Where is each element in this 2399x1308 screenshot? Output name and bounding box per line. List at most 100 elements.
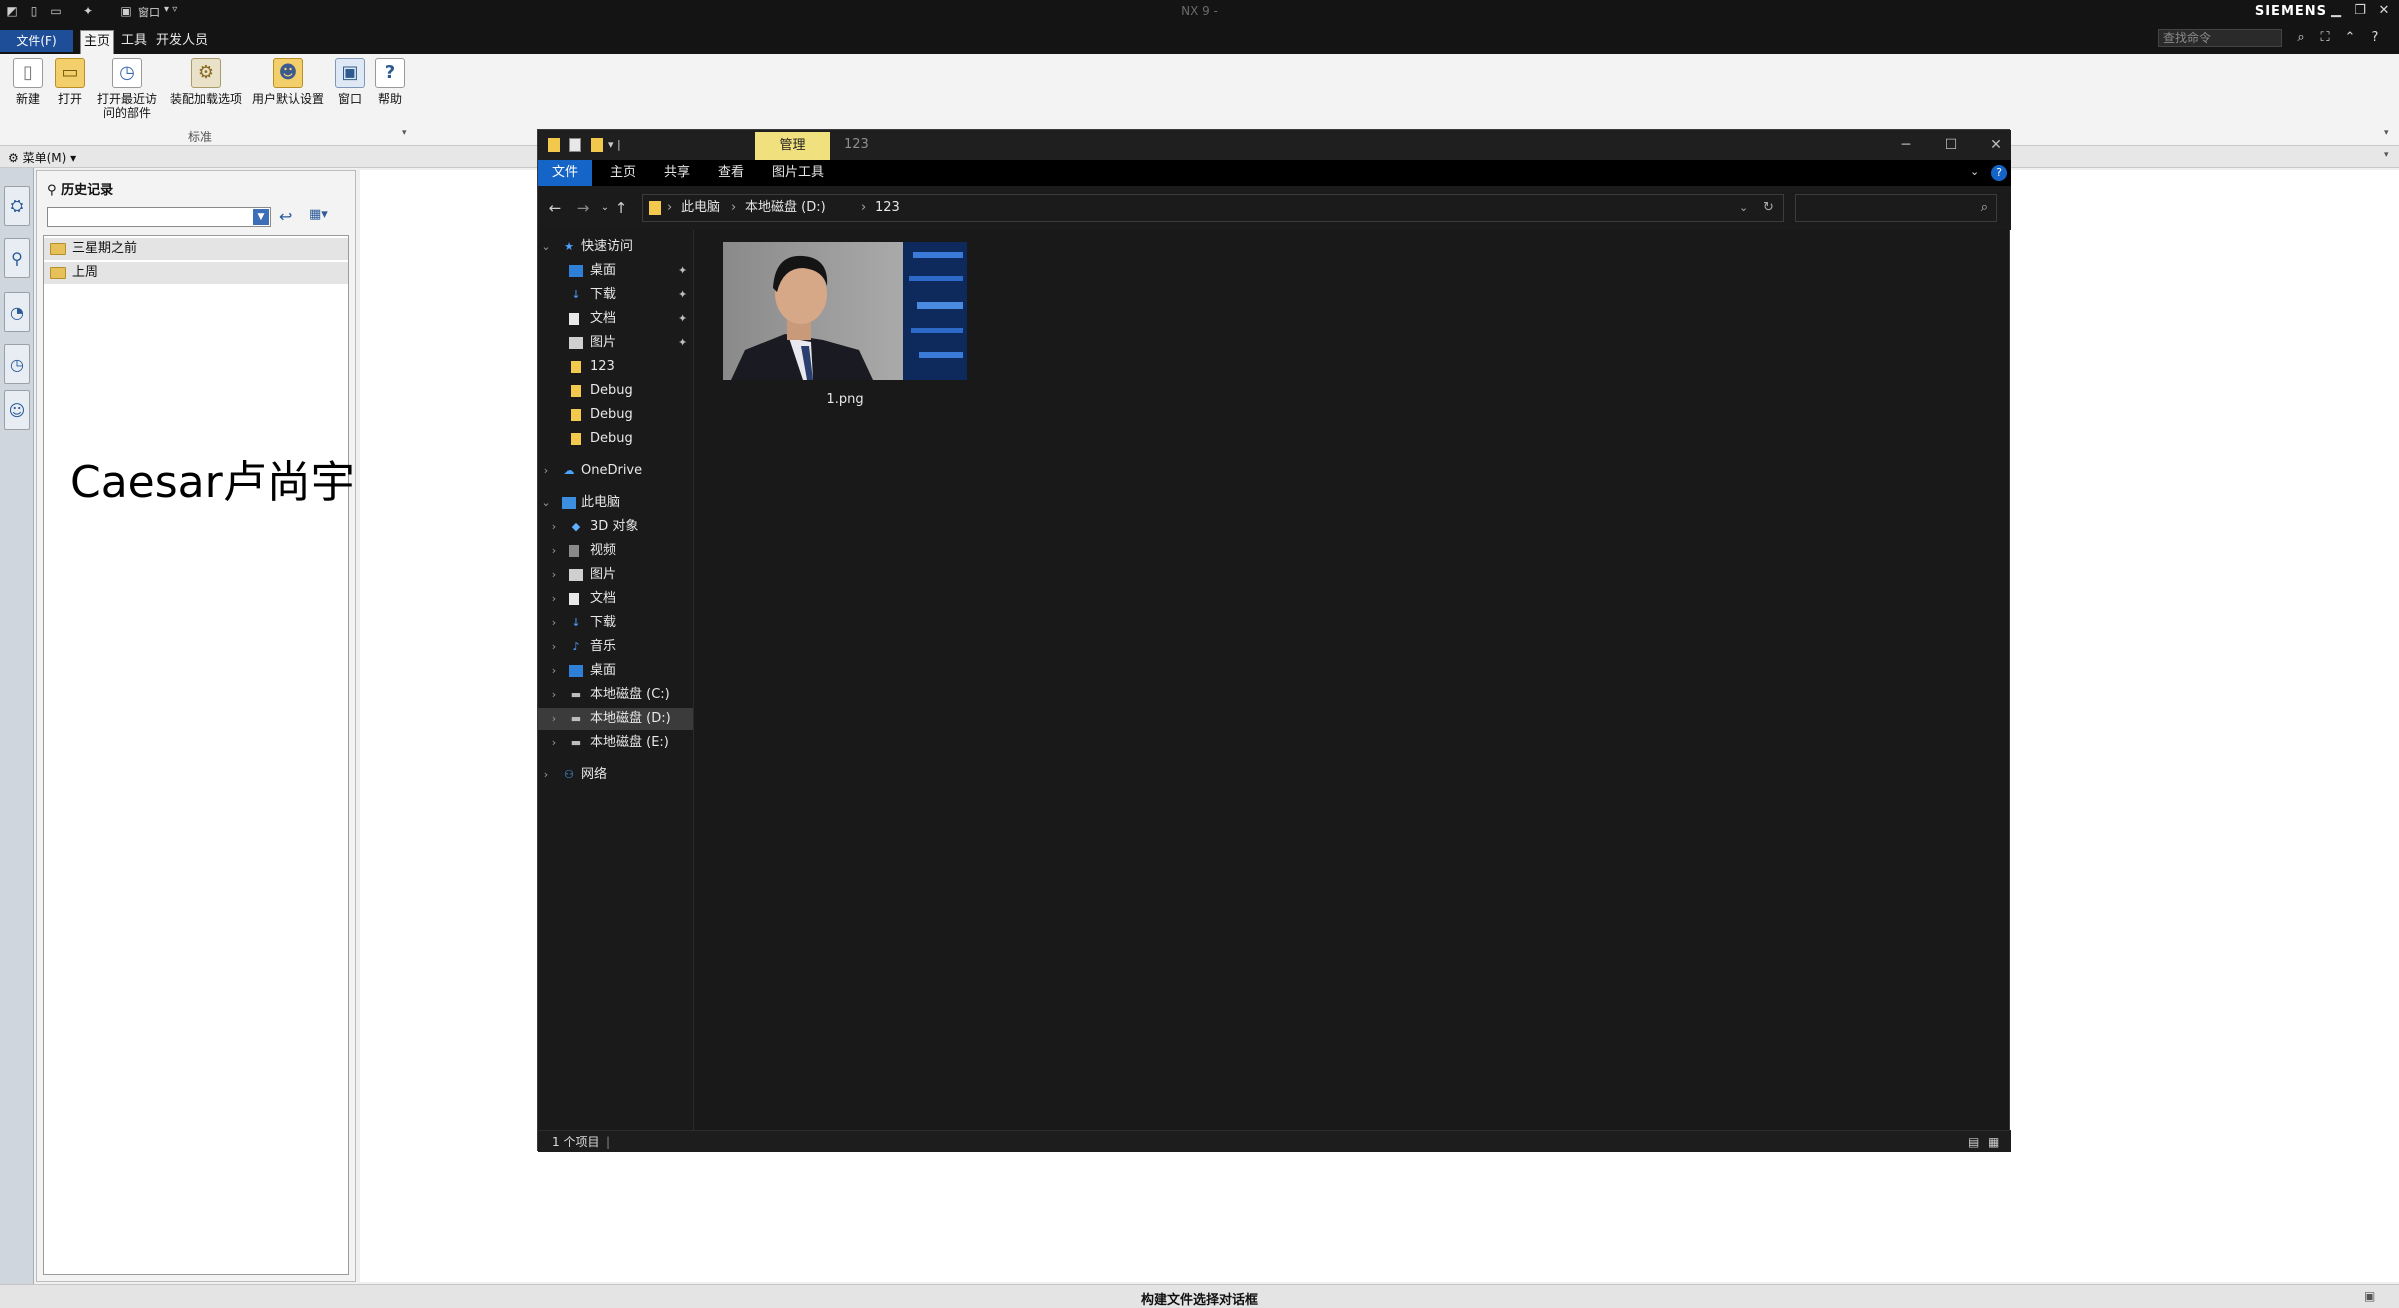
open-recent-button[interactable]: ◷ 打开最近访问的部件: [92, 58, 162, 130]
user-defaults-button[interactable]: ☻ 用户默认设置: [250, 58, 326, 130]
toolbar-options-icon[interactable]: ▾: [2384, 150, 2389, 160]
new-folder-icon[interactable]: [591, 138, 603, 152]
assembly-navigator-icon[interactable]: ⛭: [4, 186, 30, 226]
group-expand-icon[interactable]: ▾: [402, 128, 407, 138]
maximize-button[interactable]: ☐: [1937, 134, 1965, 156]
nav-item[interactable]: ↓ 下载 ✦: [538, 284, 693, 306]
history-filter-combo[interactable]: ▼: [47, 207, 271, 227]
tab-file[interactable]: 文件: [538, 160, 592, 186]
window-button[interactable]: ▣ 窗口: [332, 58, 368, 130]
expand-chevron-icon[interactable]: ›: [548, 612, 560, 634]
thumbnail-view-icon[interactable]: ▦▾: [309, 207, 345, 227]
tab-manage[interactable]: 管理: [755, 132, 830, 160]
back-arrow-icon[interactable]: ←: [544, 198, 566, 218]
file-list-area[interactable]: 1.png: [695, 230, 2009, 1130]
refresh-icon[interactable]: ↻: [1763, 195, 1774, 221]
help-icon[interactable]: ?: [2366, 29, 2384, 47]
nav-item[interactable]: 文档 ✦: [538, 308, 693, 330]
nav-item[interactable]: › ◆ 3D 对象: [538, 516, 693, 538]
nav-item[interactable]: › 图片: [538, 564, 693, 586]
forward-arrow-icon[interactable]: →: [572, 198, 594, 218]
nav-item[interactable]: 123: [538, 356, 693, 378]
close-button[interactable]: ✕: [2374, 2, 2394, 20]
menu-button[interactable]: ⚙ 菜单(M) ▾: [8, 149, 76, 166]
nav-item[interactable]: Debug: [538, 380, 693, 402]
pin-icon[interactable]: ✦: [678, 260, 687, 282]
expand-chevron-icon[interactable]: ›: [540, 460, 552, 482]
nav-item[interactable]: 桌面 ✦: [538, 260, 693, 282]
tab-view[interactable]: 查看: [704, 160, 758, 186]
nav-item[interactable]: › ♪ 音乐: [538, 636, 693, 658]
history-group[interactable]: 三星期之前: [44, 238, 348, 260]
nav-network[interactable]: › ⚇ 网络: [538, 764, 693, 786]
history-back-icon[interactable]: ↩: [279, 207, 301, 227]
expand-chevron-icon[interactable]: ›: [548, 516, 560, 538]
nav-onedrive[interactable]: › ☁ OneDrive: [538, 460, 693, 482]
ribbon-options-icon[interactable]: ▾: [2384, 128, 2389, 138]
expand-chevron-icon[interactable]: ›: [540, 764, 552, 786]
nav-quick-access[interactable]: ⌄ ★ 快速访问: [538, 236, 693, 258]
nav-item[interactable]: Debug: [538, 404, 693, 426]
nav-item-selected[interactable]: › ▬ 本地磁盘 (D:): [538, 708, 693, 730]
chevron-down-icon[interactable]: ▼: [253, 209, 269, 225]
breadcrumb-this-pc[interactable]: 此电脑: [681, 195, 720, 221]
up-arrow-icon[interactable]: ↑: [610, 198, 632, 218]
nav-item[interactable]: › ▬ 本地磁盘 (E:): [538, 732, 693, 754]
nav-item[interactable]: › ↓ 下载: [538, 612, 693, 634]
nav-item[interactable]: › 文档: [538, 588, 693, 610]
expand-chevron-icon[interactable]: ›: [548, 708, 560, 730]
search-icon[interactable]: ⌕: [2292, 29, 2310, 47]
pin-icon[interactable]: ✦: [678, 308, 687, 330]
roles-icon[interactable]: ☺: [4, 390, 30, 430]
nav-item[interactable]: Debug: [538, 428, 693, 450]
assembly-load-button[interactable]: ⚙ 装配加载选项: [168, 58, 244, 130]
tab-tools[interactable]: 工具: [118, 30, 150, 54]
expand-ribbon-icon[interactable]: ⌄: [1970, 165, 1979, 178]
details-view-icon[interactable]: ▤: [1968, 1131, 1979, 1153]
expand-chevron-icon[interactable]: ⌄: [540, 492, 552, 514]
nav-item[interactable]: 图片 ✦: [538, 332, 693, 354]
properties-icon[interactable]: [569, 138, 581, 152]
expand-chevron-icon[interactable]: ›: [548, 588, 560, 610]
file-item[interactable]: 1.png: [723, 242, 967, 418]
large-icons-view-icon[interactable]: ▦: [1988, 1131, 1999, 1153]
nav-item[interactable]: › 视频: [538, 540, 693, 562]
expand-chevron-icon[interactable]: ›: [548, 540, 560, 562]
address-history-chevron-icon[interactable]: ⌄: [1739, 195, 1748, 221]
file-menu[interactable]: 文件(F): [0, 30, 73, 52]
constraint-navigator-icon[interactable]: ⚲: [4, 238, 30, 278]
breadcrumb-drive-d[interactable]: 本地磁盘 (D:): [745, 195, 826, 221]
quick-access-toolbar-chevron-icon[interactable]: ▾ |: [608, 138, 621, 151]
pin-icon[interactable]: ✦: [678, 284, 687, 306]
nav-this-pc[interactable]: ⌄ 此电脑: [538, 492, 693, 514]
breadcrumb-folder-123[interactable]: 123: [875, 195, 900, 221]
expand-chevron-icon[interactable]: ›: [548, 684, 560, 706]
expand-chevron-icon[interactable]: ›: [548, 564, 560, 586]
open-button[interactable]: ▭ 打开: [52, 58, 88, 130]
tab-picture-tools[interactable]: 图片工具: [758, 160, 838, 186]
expand-chevron-icon[interactable]: ⌄: [540, 236, 552, 258]
minimize-button[interactable]: ─: [1892, 134, 1920, 156]
new-button[interactable]: ▯ 新建: [10, 58, 46, 130]
tab-developer[interactable]: 开发人员: [154, 30, 210, 54]
collapse-ribbon-icon[interactable]: ⌃: [2341, 29, 2359, 47]
search-input[interactable]: ⌕: [1795, 194, 1997, 222]
command-finder-input[interactable]: 查找命令: [2158, 29, 2282, 47]
tab-home[interactable]: 主页: [80, 30, 114, 54]
tab-home[interactable]: 主页: [596, 160, 650, 186]
part-navigator-icon[interactable]: ◔: [4, 292, 30, 332]
fullscreen-icon[interactable]: ⛶: [2316, 29, 2334, 47]
help-button[interactable]: ? 帮助: [372, 58, 408, 130]
tab-share[interactable]: 共享: [650, 160, 704, 186]
history-group[interactable]: 上周: [44, 262, 348, 284]
nav-item[interactable]: › ▬ 本地磁盘 (C:): [538, 684, 693, 706]
pin-icon[interactable]: ✦: [678, 332, 687, 354]
nav-item[interactable]: › 桌面: [538, 660, 693, 682]
close-button[interactable]: ✕: [1982, 134, 2010, 156]
maximize-button[interactable]: ❐: [2350, 2, 2370, 20]
minimize-button[interactable]: ▁: [2326, 2, 2346, 20]
history-icon[interactable]: ◷: [4, 344, 30, 384]
help-icon[interactable]: ?: [1991, 165, 2007, 181]
expand-chevron-icon[interactable]: ›: [548, 660, 560, 682]
address-bar[interactable]: › 此电脑 › 本地磁盘 (D:) › 123 ⌄ ↻: [642, 194, 1784, 222]
